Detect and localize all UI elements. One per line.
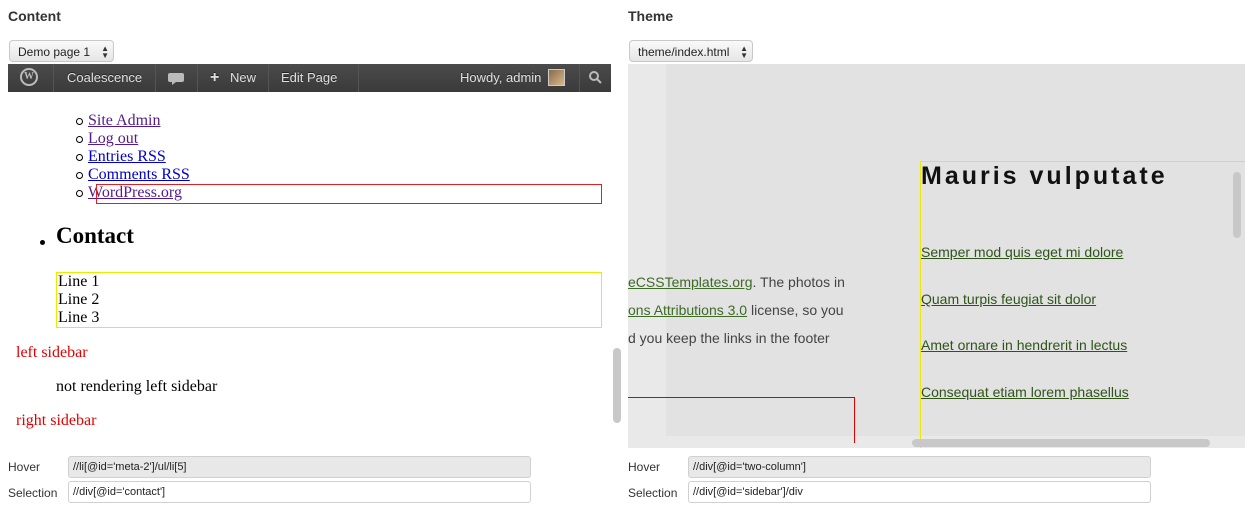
search-icon[interactable] xyxy=(588,64,602,92)
contact-selection-box[interactable]: Line 1 Line 2 Line 3 xyxy=(56,272,602,328)
content-selection-label: Selection xyxy=(8,486,58,500)
theme-body-text: eCSSTemplates.org. The photos in xyxy=(628,274,845,290)
sidebar-title: Mauris vulputate xyxy=(921,162,1168,190)
new-content-link[interactable]: New xyxy=(230,64,256,92)
theme-hover-field[interactable]: //div[@id='two-column'] xyxy=(688,456,1151,478)
content-selection-field[interactable]: //div[@id='contact'] xyxy=(68,481,531,503)
hover-highlight-outline xyxy=(96,184,602,204)
select-arrows-icon: ▲ ▼ xyxy=(101,44,109,60)
theme-horizontal-scrollbar[interactable] xyxy=(912,439,1210,447)
contact-line: Line 2 xyxy=(58,291,100,308)
contact-heading: Contact xyxy=(56,223,134,248)
page-select[interactable]: Demo page 1 ▲ ▼ xyxy=(9,40,114,62)
page-select-value: Demo page 1 xyxy=(18,45,91,59)
theme-hover-label: Hover xyxy=(628,460,661,474)
theme-preview-frame[interactable]: eCSSTemplates.org. The photos in ons Att… xyxy=(628,64,1245,448)
entries-rss-link[interactable]: Entries RSS xyxy=(88,148,166,165)
theme-text-link[interactable]: ons Attributions 3.0 xyxy=(628,302,747,318)
theme-selection-field[interactable]: //div[@id='sidebar']/div xyxy=(688,481,1151,503)
content-preview-frame[interactable]: W Coalescence + New Edit Page Howdy, adm… xyxy=(8,64,611,451)
sidebar-link[interactable]: Semper mod quis eget mi dolore xyxy=(921,244,1123,260)
site-admin-link[interactable]: Site Admin xyxy=(88,112,160,129)
theme-body-text: d you keep the links in the footer xyxy=(628,330,830,346)
hover-highlight-outline xyxy=(628,397,855,443)
content-hover-label: Hover xyxy=(8,460,41,474)
theme-selection-label: Selection xyxy=(628,486,678,500)
plus-icon: + xyxy=(210,69,220,86)
right-sidebar-label: right sidebar xyxy=(16,412,97,429)
theme-text-link[interactable]: eCSSTemplates.org xyxy=(628,274,753,290)
bullet-icon xyxy=(40,240,45,245)
list-item: Entries RSS xyxy=(76,148,190,166)
avatar[interactable] xyxy=(548,69,565,86)
select-arrows-icon: ▲ ▼ xyxy=(740,44,748,60)
comments-icon[interactable] xyxy=(168,64,184,92)
list-item: Comments RSS xyxy=(76,166,190,184)
list-item: Site Admin xyxy=(76,112,190,130)
list-item: Log out xyxy=(76,130,190,148)
admin-bar: W Coalescence + New Edit Page Howdy, adm… xyxy=(8,64,611,92)
contact-line: Line 3 xyxy=(58,309,100,326)
site-name-link[interactable]: Coalescence xyxy=(67,64,142,92)
wordpress-logo-icon[interactable]: W xyxy=(20,68,38,86)
sidebar-link[interactable]: Consequat etiam lorem phasellus xyxy=(921,384,1129,400)
theme-select-value: theme/index.html xyxy=(638,45,730,59)
log-out-link[interactable]: Log out xyxy=(88,130,138,147)
contact-line: Line 1 xyxy=(58,273,100,290)
theme-select[interactable]: theme/index.html ▲ ▼ xyxy=(629,40,753,62)
theme-pane-title: Theme xyxy=(628,8,674,24)
content-pane-title: Content xyxy=(8,8,61,24)
left-sidebar-label: left sidebar xyxy=(16,344,88,361)
theme-vertical-scrollbar[interactable] xyxy=(1233,172,1241,238)
sidebar-link[interactable]: Amet ornare in hendrerit in lectus xyxy=(921,337,1127,353)
theme-body-text: ons Attributions 3.0 license, so you xyxy=(628,302,844,318)
content-scrollbar[interactable] xyxy=(613,348,621,423)
content-hover-field[interactable]: //li[@id='meta-2']/ul/li[5] xyxy=(68,456,531,478)
sidebar-link[interactable]: Quam turpis feugiat sit dolor xyxy=(921,291,1096,307)
edit-page-link[interactable]: Edit Page xyxy=(281,64,337,92)
left-sidebar-note: not rendering left sidebar xyxy=(56,378,218,395)
howdy-account-link[interactable]: Howdy, admin xyxy=(460,64,541,92)
comments-rss-link[interactable]: Comments RSS xyxy=(88,166,190,183)
